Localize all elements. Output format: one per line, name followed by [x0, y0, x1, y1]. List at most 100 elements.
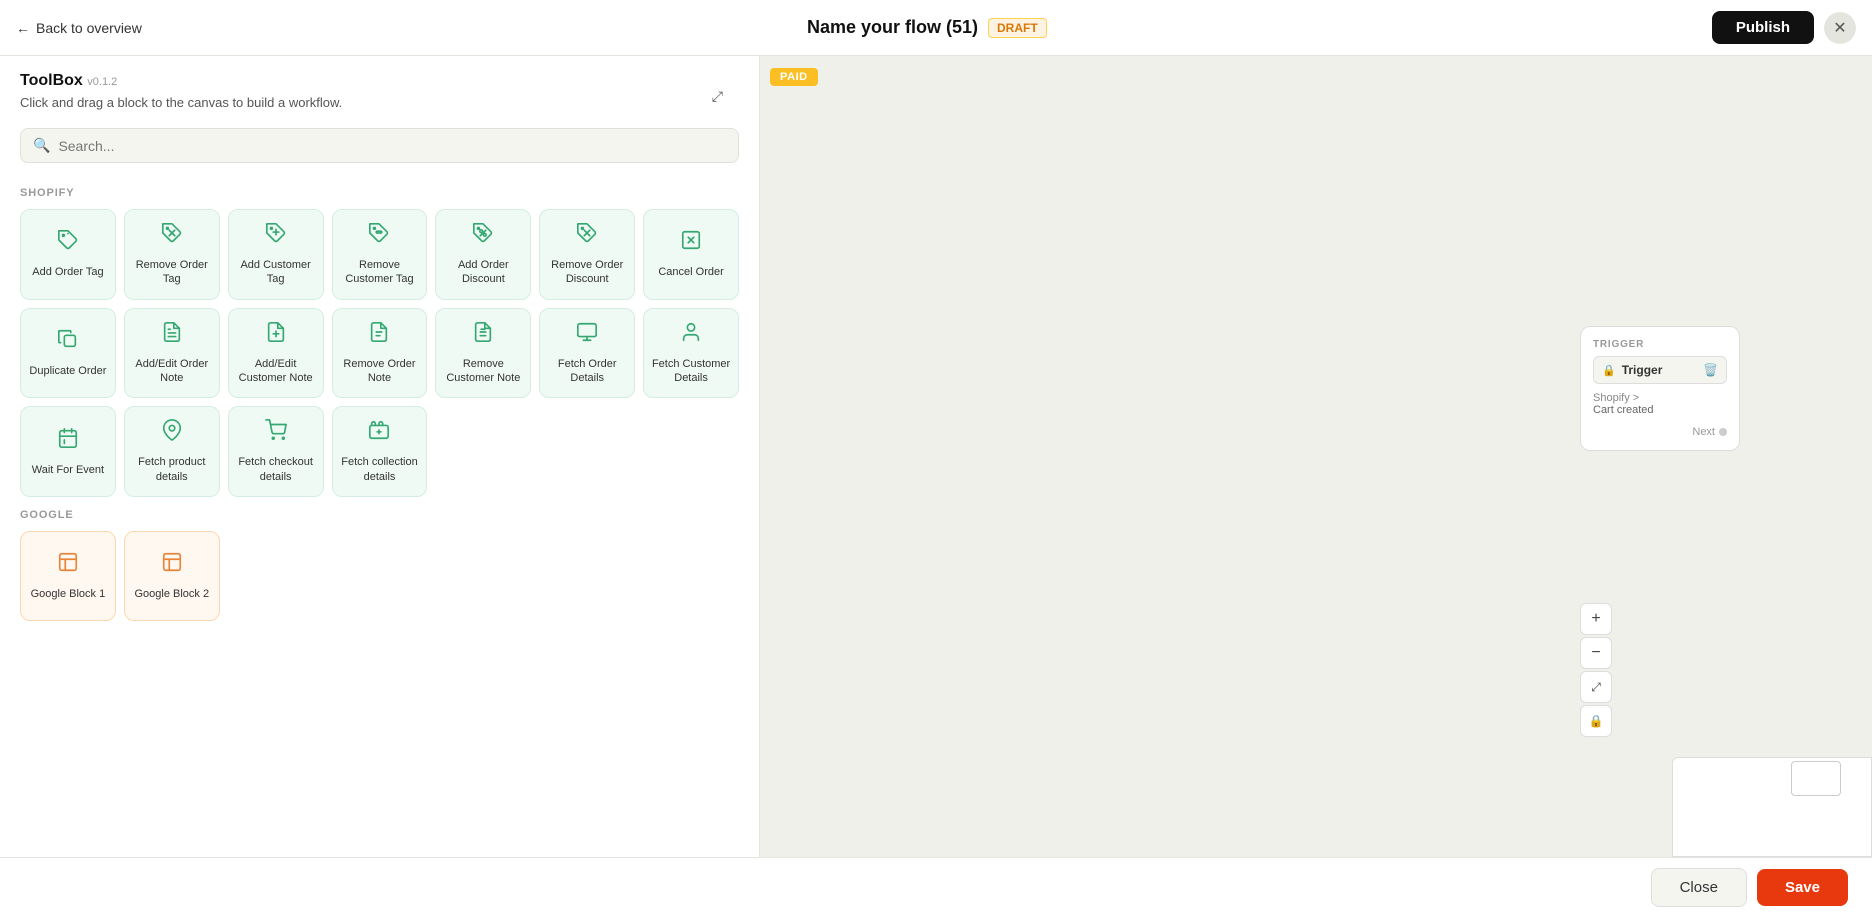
- trigger-next: Next: [1593, 426, 1727, 438]
- google-block-1-icon: [57, 551, 79, 579]
- toolbox-version: v0.1.2: [87, 76, 117, 88]
- block-remove-customer-tag-label: Remove Customer Tag: [339, 258, 421, 287]
- toolbox-scroll: SHOPIFY Add Order Tag Remove Order Tag: [0, 175, 759, 857]
- minimap-box: [1791, 761, 1841, 796]
- zoom-out-button[interactable]: −: [1580, 637, 1612, 669]
- block-fetch-collection-details[interactable]: Fetch collection details: [332, 406, 428, 497]
- toolbox-title: ToolBox: [20, 72, 83, 89]
- block-google-2-label: Google Block 2: [134, 587, 209, 601]
- search-input[interactable]: [58, 138, 726, 154]
- block-duplicate-order[interactable]: Duplicate Order: [20, 308, 116, 399]
- block-google-1[interactable]: Google Block 1: [20, 531, 116, 621]
- fetch-collection-details-icon: [368, 419, 390, 447]
- block-fetch-product-details[interactable]: Fetch product details: [124, 406, 220, 497]
- paid-badge: PAID: [770, 68, 818, 86]
- next-dot: [1719, 428, 1727, 436]
- close-icon: ✕: [1833, 18, 1846, 38]
- block-fetch-order-details-label: Fetch Order Details: [546, 357, 628, 386]
- search-wrapper: 🔍: [0, 120, 759, 175]
- block-add-edit-customer-note[interactable]: Add/Edit Customer Note: [228, 308, 324, 399]
- fit-screen-button[interactable]: ⤢: [1580, 671, 1612, 703]
- block-remove-order-tag-label: Remove Order Tag: [131, 258, 213, 287]
- toolbox-header: ToolBox v0.1.2 ⤢ Click and drag a block …: [0, 56, 759, 120]
- header-center: Name your flow (51) DRAFT: [807, 17, 1047, 38]
- block-remove-order-note[interactable]: Remove Order Note: [332, 308, 428, 399]
- remove-order-tag-icon: [161, 222, 183, 250]
- block-fetch-customer-details-label: Fetch Customer Details: [650, 357, 732, 386]
- duplicate-order-icon: [57, 328, 79, 356]
- block-duplicate-order-label: Duplicate Order: [29, 364, 106, 378]
- remove-order-note-icon: [368, 321, 390, 349]
- trigger-box: 🔒 Trigger 🗑️: [1593, 356, 1727, 384]
- add-edit-order-note-icon: [161, 321, 183, 349]
- fetch-customer-details-icon: [680, 321, 702, 349]
- trigger-box-left: 🔒 Trigger: [1602, 363, 1662, 377]
- back-label: Back to overview: [36, 20, 142, 36]
- block-fetch-order-details[interactable]: Fetch Order Details: [539, 308, 635, 399]
- publish-button[interactable]: Publish: [1712, 11, 1814, 44]
- header-close-button[interactable]: ✕: [1824, 12, 1856, 44]
- block-google-2[interactable]: Google Block 2: [124, 531, 220, 621]
- block-cancel-order-label: Cancel Order: [658, 265, 723, 279]
- app-header: ← Back to overview Name your flow (51) D…: [0, 0, 1872, 56]
- google-block-2-icon: [161, 551, 183, 579]
- block-remove-order-discount[interactable]: Remove Order Discount: [539, 209, 635, 300]
- header-left: ← Back to overview: [16, 20, 142, 36]
- google-blocks-grid: Google Block 1 Google Block 2: [20, 531, 739, 621]
- block-add-order-tag-label: Add Order Tag: [32, 265, 103, 279]
- flow-title: Name your flow (51): [807, 17, 978, 38]
- fetch-product-details-icon: [161, 419, 183, 447]
- back-arrow-icon: ←: [16, 20, 30, 36]
- block-add-customer-tag[interactable]: Add Customer Tag: [228, 209, 324, 300]
- block-remove-customer-note-label: Remove Customer Note: [442, 357, 524, 386]
- trigger-node: TRIGGER 🔒 Trigger 🗑️ Shopify > Cart crea…: [1580, 326, 1740, 451]
- block-fetch-checkout-details-label: Fetch checkout details: [235, 455, 317, 484]
- close-button[interactable]: Close: [1651, 868, 1747, 907]
- add-edit-customer-note-icon: [265, 321, 287, 349]
- block-fetch-customer-details[interactable]: Fetch Customer Details: [643, 308, 739, 399]
- zoom-in-button[interactable]: +: [1580, 603, 1612, 635]
- block-add-edit-customer-note-label: Add/Edit Customer Note: [235, 357, 317, 386]
- add-order-discount-icon: [472, 222, 494, 250]
- block-remove-order-note-label: Remove Order Note: [339, 357, 421, 386]
- zoom-controls: + − ⤢ 🔒: [1580, 603, 1612, 737]
- block-cancel-order[interactable]: Cancel Order: [643, 209, 739, 300]
- trigger-label: TRIGGER: [1593, 339, 1727, 350]
- block-fetch-product-details-label: Fetch product details: [131, 455, 213, 484]
- trigger-description: Shopify > Cart created: [1593, 392, 1727, 416]
- block-remove-order-tag[interactable]: Remove Order Tag: [124, 209, 220, 300]
- remove-customer-note-icon: [472, 321, 494, 349]
- canvas-minimap: [1672, 757, 1872, 857]
- lock-canvas-button[interactable]: 🔒: [1580, 705, 1612, 737]
- toolbox-description: Click and drag a block to the canvas to …: [20, 94, 739, 112]
- remove-customer-tag-icon: [368, 222, 390, 250]
- block-add-order-tag[interactable]: Add Order Tag: [20, 209, 116, 300]
- block-wait-for-event-label: Wait For Event: [32, 463, 104, 477]
- save-button[interactable]: Save: [1757, 869, 1848, 906]
- trigger-source: Shopify >: [1593, 392, 1639, 404]
- shopify-section-label: SHOPIFY: [20, 187, 739, 199]
- google-section-label: GOOGLE: [20, 509, 739, 521]
- block-wait-for-event[interactable]: Wait For Event: [20, 406, 116, 497]
- block-add-order-discount-label: Add Order Discount: [442, 258, 524, 287]
- wait-for-event-icon: [57, 427, 79, 455]
- search-icon: 🔍: [33, 137, 50, 154]
- block-add-order-discount[interactable]: Add Order Discount: [435, 209, 531, 300]
- fetch-order-details-icon: [576, 321, 598, 349]
- trigger-next-label: Next: [1692, 426, 1715, 438]
- app-footer: Close Save: [0, 857, 1872, 917]
- main-content: ToolBox v0.1.2 ⤢ Click and drag a block …: [0, 56, 1872, 857]
- block-fetch-checkout-details[interactable]: Fetch checkout details: [228, 406, 324, 497]
- block-add-edit-order-note[interactable]: Add/Edit Order Note: [124, 308, 220, 399]
- block-add-edit-order-note-label: Add/Edit Order Note: [131, 357, 213, 386]
- add-customer-tag-icon: [265, 222, 287, 250]
- collapse-button[interactable]: ⤢: [712, 88, 723, 105]
- block-remove-customer-note[interactable]: Remove Customer Note: [435, 308, 531, 399]
- block-remove-customer-tag[interactable]: Remove Customer Tag: [332, 209, 428, 300]
- trigger-delete-icon[interactable]: 🗑️: [1703, 363, 1718, 377]
- back-button[interactable]: ← Back to overview: [16, 20, 142, 36]
- block-fetch-collection-details-label: Fetch collection details: [339, 455, 421, 484]
- add-order-tag-icon: [57, 229, 79, 257]
- draft-badge: DRAFT: [988, 18, 1047, 38]
- block-remove-order-discount-label: Remove Order Discount: [546, 258, 628, 287]
